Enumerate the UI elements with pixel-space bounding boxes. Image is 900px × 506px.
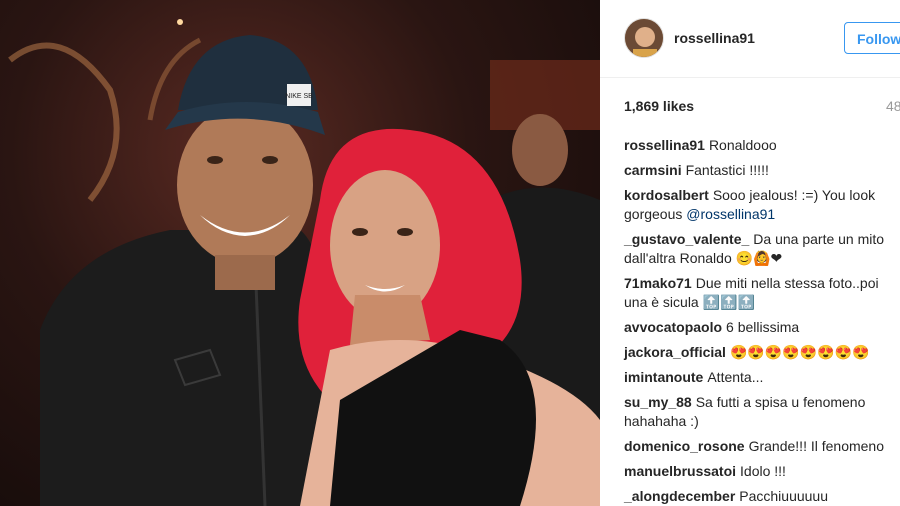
post-photo[interactable]: NIKE SB (0, 0, 600, 506)
post-header: rossellina91 Follow (600, 0, 900, 78)
comment-username[interactable]: manuelbrussatoi (624, 463, 736, 479)
comment-text: Idolo !!! (740, 463, 786, 479)
comment: _gustavo_valente_ Da una parte un mito da… (624, 230, 900, 268)
comment-text: 😍😍😍😍😍😍😍😍 (729, 344, 870, 360)
comment-mention[interactable]: @rossellina91 (686, 206, 775, 222)
comment-username[interactable]: kordosalbert (624, 187, 709, 203)
comment: imintanoute Attenta... (624, 368, 900, 387)
comment-text: Fantastici !!!!! (685, 162, 769, 178)
comment: carmsini Fantastici !!!!! (624, 161, 900, 180)
cap-logo-text: NIKE SB (285, 93, 313, 100)
photo-illustration: NIKE SB (8, 19, 600, 506)
comment: rossellina91 Ronaldooo (624, 136, 900, 155)
comment-username[interactable]: su_my_88 (624, 394, 692, 410)
comment-list: rossellina91 Ronaldooo carmsini Fantastici… (624, 136, 900, 506)
post-username[interactable]: rossellina91 (674, 30, 755, 46)
comment-username[interactable]: domenico_rosone (624, 438, 745, 454)
comment: su_my_88 Sa futti a spisa u fenomeno haha… (624, 393, 900, 431)
comment-text: 6 bellissima (726, 319, 800, 335)
likes-row: 1,869 likes 48 (624, 98, 900, 118)
profile-avatar[interactable] (624, 18, 664, 58)
comment: kordosalbert Sooo jealous! :=) You look g… (624, 186, 900, 224)
comment-username[interactable]: rossellina91 (624, 137, 705, 153)
post-side-panel: rossellina91 Follow 1,869 likes 48 rosse… (600, 0, 900, 506)
likes-count[interactable]: 1,869 likes (624, 98, 694, 114)
comment-text: Pacchiuuuuuu (739, 488, 829, 504)
comment-text: Attenta... (707, 369, 764, 385)
post-age: 48 (886, 98, 900, 114)
comment: _alongdecember Pacchiuuuuuu (624, 487, 900, 506)
comment: manuelbrussatoi Idolo !!! (624, 462, 900, 481)
man-face (177, 105, 313, 265)
man-jacket (40, 230, 332, 506)
comment: jackora_official 😍😍😍😍😍😍😍😍 (624, 343, 900, 362)
comment-text: Grande!!! Il fenomeno (748, 438, 885, 454)
follow-button[interactable]: Follow (844, 22, 900, 54)
comment: avvocatopaolo 6 bellissima (624, 318, 900, 337)
comment: 71mako71 Due miti nella stessa foto..poi … (624, 274, 900, 312)
comment-username[interactable]: imintanoute (624, 369, 703, 385)
comment-username[interactable]: _gustavo_valente_ (624, 231, 749, 247)
comment-text: Ronaldooo (708, 137, 777, 153)
comment-username[interactable]: 71mako71 (624, 275, 692, 291)
comment: domenico_rosone Grande!!! Il fenomeno (624, 437, 900, 456)
comment-username[interactable]: carmsini (624, 162, 682, 178)
comment-username[interactable]: jackora_official (624, 344, 726, 360)
comment-username[interactable]: avvocatopaolo (624, 319, 722, 335)
comment-username[interactable]: _alongdecember (624, 488, 735, 504)
avatar-image (625, 19, 663, 57)
